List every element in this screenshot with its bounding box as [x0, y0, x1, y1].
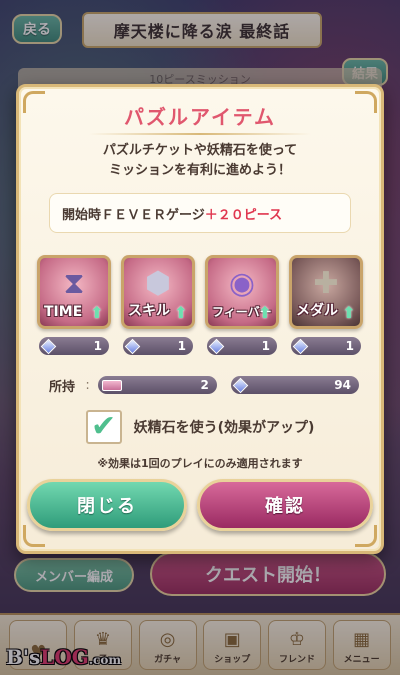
checkmark-icon: ✔: [91, 409, 117, 444]
dialog-actions: 閉じる 確認: [27, 479, 373, 531]
up-arrow-icon: ⬆: [342, 302, 356, 322]
up-arrow-icon: ⬆: [258, 302, 272, 322]
up-arrow-icon: ⬆: [174, 302, 188, 322]
dialog-title: パズルアイテム: [124, 105, 276, 129]
owned-separator: :: [85, 377, 90, 393]
owned-stones-value: 94: [334, 378, 351, 392]
description-line: パズルチケットや妖精石を使って: [102, 143, 298, 158]
dialog-description: パズルチケットや妖精石を使って ミッションを有利に進めよう！: [19, 141, 381, 181]
owned-tickets: 2: [97, 376, 217, 394]
item-tile[interactable]: ◉ フィーバー ⬆: [205, 255, 279, 329]
gem-icon: [124, 338, 141, 354]
ticket-icon: [101, 379, 122, 391]
item-medal[interactable]: ✚ メダル ⬆ 1: [289, 255, 363, 355]
item-count: 1: [39, 337, 109, 355]
item-tile[interactable]: ⧗ TIME ⬆: [37, 255, 111, 329]
medal-icon: ✚: [313, 266, 339, 301]
gem-icon: [232, 377, 249, 393]
title-divider: [89, 133, 311, 135]
gem-icon: [40, 338, 57, 354]
up-arrow-icon: ⬆: [90, 302, 104, 322]
item-list: ⧗ TIME ⬆ 1 ⬢ スキル ⬆ 1 ◉ フィーバー ⬆ 1 ✚ メダル ⬆…: [37, 255, 363, 355]
owned-tickets-value: 2: [200, 378, 209, 392]
fever-orb-icon: ◉: [228, 266, 256, 301]
gem-icon: [292, 338, 309, 354]
item-skill[interactable]: ⬢ スキル ⬆ 1: [121, 255, 195, 355]
close-button[interactable]: 閉じる: [27, 479, 187, 531]
use-stone-label[interactable]: 妖精石を使う(効果がアップ): [134, 417, 315, 437]
item-count-value: 1: [345, 339, 354, 353]
item-fever[interactable]: ◉ フィーバー ⬆ 1: [205, 255, 279, 355]
owned-label: 所持: [49, 379, 76, 395]
item-name: TIME: [44, 304, 83, 320]
use-stone-row[interactable]: ✔ 妖精石を使う(効果がアップ): [19, 409, 381, 445]
item-name: スキル: [128, 303, 170, 319]
hexagon-gem-icon: ⬢: [144, 266, 172, 301]
item-name: メダル: [296, 303, 338, 319]
puzzle-item-dialog: パズルアイテム パズルチケットや妖精石を使って ミッションを有利に進めよう！ 開…: [16, 84, 384, 554]
item-count-value: 1: [261, 339, 270, 353]
effect-text: 開始時ＦＥＶＥＲゲージ: [62, 207, 205, 223]
item-count: 1: [291, 337, 361, 355]
effect-box: 開始時ＦＥＶＥＲゲージ ＋２０ピース: [49, 193, 351, 233]
item-count-value: 1: [177, 339, 186, 353]
confirm-button[interactable]: 確認: [197, 479, 373, 531]
item-count-value: 1: [93, 339, 102, 353]
hourglass-icon: ⧗: [63, 266, 85, 301]
effect-bonus: ＋２０ピース: [204, 207, 283, 223]
item-count: 1: [123, 337, 193, 355]
owned-row: 所持 : 2 94: [49, 375, 359, 395]
item-count: 1: [207, 337, 277, 355]
owned-stones: 94: [230, 376, 359, 394]
item-tile[interactable]: ✚ メダル ⬆: [289, 255, 363, 329]
effect-note: ※効果は1回のプレイにのみ適用されます: [97, 457, 303, 470]
gem-icon: [208, 338, 225, 354]
use-stone-checkbox[interactable]: ✔: [85, 409, 122, 444]
description-line: ミッションを有利に進めよう！: [108, 163, 291, 178]
item-time[interactable]: ⧗ TIME ⬆ 1: [37, 255, 111, 355]
item-tile[interactable]: ⬢ スキル ⬆: [121, 255, 195, 329]
